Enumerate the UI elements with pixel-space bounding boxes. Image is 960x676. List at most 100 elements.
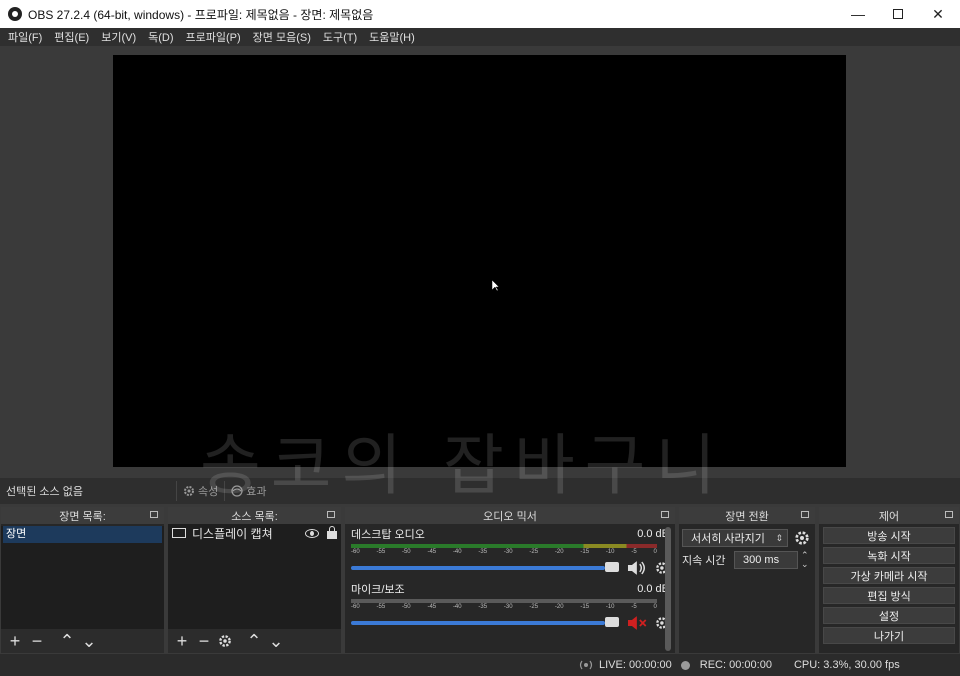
transitions-dock-title: 장면 전환 (679, 507, 815, 524)
window-title: OBS 27.2.4 (64-bit, windows) - 프로파일: 제목없… (28, 7, 374, 22)
cpu-fps: CPU: 3.3%, 30.00 fps (793, 659, 900, 671)
duration-spinner[interactable]: ⌃ ⌄ (801, 551, 809, 569)
speaker-icon[interactable] (627, 561, 647, 575)
rec-timer: REC: 00:00:00 (699, 659, 772, 671)
undock-icon[interactable] (327, 511, 335, 518)
minimize-button[interactable]: — (838, 0, 878, 28)
preview-area (0, 46, 960, 478)
duration-label: 지속 시간 (682, 555, 726, 567)
scene-item[interactable]: 장면 (3, 526, 162, 543)
muted-speaker-icon[interactable] (627, 616, 647, 630)
volume-slider[interactable] (351, 562, 620, 572)
mixer-channel-desktop: 데스크탑 오디오 0.0 dB -60 -55 -50 -45 -40 -35 -30 -25… (345, 527, 675, 582)
add-source-button[interactable]: + (174, 632, 190, 650)
slider-handle[interactable] (605, 617, 620, 627)
controls-dock: 제어 방송 시작 녹화 시작 가상 카메라 시작 편집 방식 설정 나가기 (819, 507, 959, 653)
meter-ticks: -60 -55 -50 -45 -40 -35 -30 -25 -20 -15 -10 -5 0 (351, 549, 657, 555)
duration-input[interactable]: 300 ms (734, 551, 798, 569)
move-down-button[interactable]: ⌄ (81, 632, 97, 650)
move-up-button[interactable]: ⌃ (59, 632, 75, 650)
settings-button[interactable]: 설정 (823, 607, 955, 624)
controls-dock-title: 제어 (819, 507, 959, 524)
source-name: 디스플레이 캡쳐 (192, 526, 273, 541)
undock-icon[interactable] (945, 511, 953, 518)
scenes-dock: 장면 목록: 장면 + − ⌃ ⌄ (1, 507, 164, 653)
remove-scene-button[interactable]: − (29, 632, 45, 650)
transitions-title: 장면 전환 (725, 510, 769, 523)
add-scene-button[interactable]: + (7, 632, 23, 650)
mixer-title: 오디오 믹서 (483, 510, 537, 523)
mixer-channel-mic: 마이크/보조 0.0 dB -60 -55 -50 -45 -40 -35 -30 -25 -2… (345, 582, 675, 637)
undock-icon[interactable] (150, 511, 158, 518)
menu-help[interactable]: 도움말(H) (363, 29, 421, 45)
monitor-icon (172, 528, 186, 538)
menu-file[interactable]: 파일(F) (2, 29, 48, 45)
source-toolbar: 선택된 소스 없음 속성 효과 (0, 478, 960, 504)
move-down-button[interactable]: ⌄ (268, 632, 284, 650)
filters-button[interactable]: 효과 (224, 481, 272, 501)
transitions-dock: 장면 전환 서서히 사라지기 ⇕ 지속 시간 300 ms ⌃ ⌄ (679, 507, 815, 653)
audio-mixer-dock: 오디오 믹서 데스크탑 오디오 0.0 dB -60 -55 -50 -45 -40 -3… (345, 507, 675, 653)
properties-button[interactable]: 속성 (176, 481, 224, 501)
live-timer: LIVE: 00:00:00 (599, 659, 672, 671)
gear-icon (184, 486, 194, 496)
obs-logo-icon (8, 7, 22, 21)
scenes-title: 장면 목록: (59, 510, 106, 523)
mixer-scrollbar[interactable] (665, 527, 671, 651)
exit-button[interactable]: 나가기 (823, 627, 955, 644)
transition-gear-icon[interactable] (794, 530, 810, 546)
controls-title: 제어 (878, 510, 900, 523)
transition-select[interactable]: 서서히 사라지기 ⇕ (682, 529, 788, 547)
meter-ticks: -60 -55 -50 -45 -40 -35 -30 -25 -20 -15 -10 -5 0 (351, 604, 657, 610)
sources-dock-title: 소스 목록: (168, 507, 341, 524)
menu-view[interactable]: 보기(V) (95, 29, 142, 45)
selected-source-label: 선택된 소스 없음 (6, 486, 83, 498)
source-list: 디스플레이 캡쳐 (168, 524, 341, 629)
scenes-toolbar: + − ⌃ ⌄ (1, 629, 164, 653)
source-item[interactable]: 디스플레이 캡쳐 (168, 524, 341, 542)
scenes-dock-title: 장면 목록: (1, 507, 164, 524)
volume-meter (351, 544, 657, 548)
maximize-icon (893, 9, 903, 19)
close-button[interactable]: ✕ (918, 0, 958, 28)
broadcast-icon (579, 660, 593, 670)
move-up-button[interactable]: ⌃ (246, 632, 262, 650)
status-bar: LIVE: 00:00:00 REC: 00:00:00 CPU: 3.3%, … (0, 654, 960, 676)
undock-icon[interactable] (801, 511, 809, 518)
preview-canvas[interactable] (113, 55, 846, 467)
menu-scene-collection[interactable]: 장면 모음(S) (247, 29, 317, 45)
menu-bar: 파일(F) 편집(E) 보기(V) 독(D) 프로파일(P) 장면 모음(S) … (0, 28, 960, 46)
scene-list: 장면 (1, 526, 164, 631)
menu-dock[interactable]: 독(D) (142, 29, 179, 45)
sources-dock: 소스 목록: 디스플레이 캡쳐 + − ⌃ ⌄ (168, 507, 341, 653)
title-bar: OBS 27.2.4 (64-bit, windows) - 프로파일: 제목없… (0, 0, 960, 28)
sources-title: 소스 목록: (231, 510, 278, 523)
studio-mode-button[interactable]: 편집 방식 (823, 587, 955, 604)
channel-name: 마이크/보조 (351, 584, 405, 596)
duration-value: 300 ms (743, 554, 780, 566)
transition-selected: 서서히 사라지기 (691, 533, 765, 545)
mouse-cursor-icon (492, 280, 500, 292)
start-virtual-camera-button[interactable]: 가상 카메라 시작 (823, 567, 955, 584)
start-streaming-button[interactable]: 방송 시작 (823, 527, 955, 544)
remove-source-button[interactable]: − (196, 632, 212, 650)
chevron-updown-icon: ⇕ (775, 532, 783, 543)
visibility-eye-icon[interactable] (305, 528, 319, 538)
mixer-dock-title: 오디오 믹서 (345, 507, 675, 524)
menu-tools[interactable]: 도구(T) (317, 29, 363, 45)
filter-icon (231, 485, 243, 497)
channel-name: 데스크탑 오디오 (351, 529, 425, 541)
maximize-button[interactable] (878, 0, 918, 28)
menu-edit[interactable]: 편집(E) (48, 29, 95, 45)
volume-meter (351, 599, 657, 603)
lock-icon[interactable] (327, 526, 337, 539)
volume-slider[interactable] (351, 617, 620, 627)
start-recording-button[interactable]: 녹화 시작 (823, 547, 955, 564)
record-dot-icon (680, 660, 690, 670)
filters-label: 효과 (246, 486, 267, 498)
source-properties-gear-icon[interactable] (218, 634, 232, 648)
sources-toolbar: + − ⌃ ⌄ (168, 629, 341, 653)
slider-handle[interactable] (605, 562, 620, 572)
menu-profile[interactable]: 프로파일(P) (180, 29, 247, 45)
undock-icon[interactable] (661, 511, 669, 518)
